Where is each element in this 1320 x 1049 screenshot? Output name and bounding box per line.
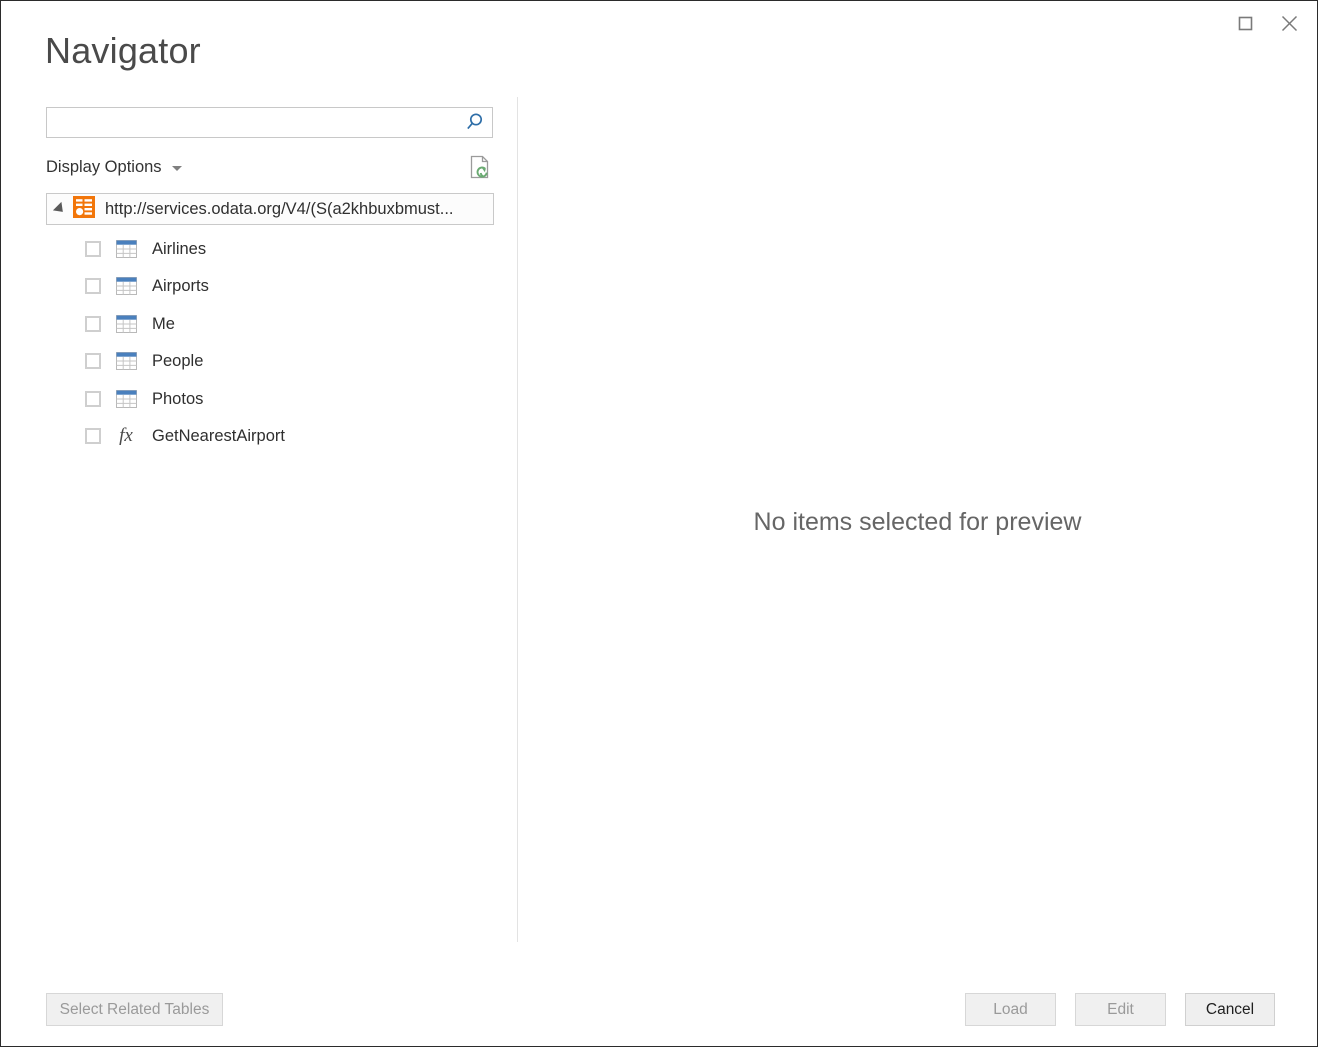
edit-button[interactable]: Edit: [1075, 993, 1166, 1026]
preview-empty-message: No items selected for preview: [754, 508, 1082, 537]
preview-pane: No items selected for preview: [518, 97, 1317, 942]
tree-item-people[interactable]: People: [46, 343, 494, 381]
tree-root-node[interactable]: http://services.odata.org/V4/(S(a2khbuxb…: [46, 193, 494, 225]
select-related-tables-button[interactable]: Select Related Tables: [46, 993, 223, 1026]
options-row: Display Options: [46, 153, 493, 181]
tree-item-airports[interactable]: Airports: [46, 268, 494, 306]
expander-expanded-icon[interactable]: [53, 202, 67, 216]
tree-item-checkbox[interactable]: [85, 316, 101, 332]
page-title: Navigator: [45, 27, 201, 75]
odata-source-icon: [73, 196, 95, 223]
maximize-button[interactable]: [1223, 6, 1267, 40]
table-icon: [115, 351, 137, 371]
display-options-label: Display Options: [46, 157, 162, 177]
tree-item-label: Airlines: [152, 239, 206, 259]
tree-item-label: People: [152, 351, 203, 371]
close-button[interactable]: [1267, 6, 1311, 40]
chevron-down-icon: [172, 166, 182, 171]
close-icon: [1281, 15, 1298, 32]
table-icon: [115, 389, 137, 409]
tree-item-label: GetNearestAirport: [152, 426, 285, 446]
tree-root-label: http://services.odata.org/V4/(S(a2khbuxb…: [105, 199, 454, 219]
tree-item-getnearestairport[interactable]: fx GetNearestAirport: [46, 418, 494, 456]
tree-item-label: Airports: [152, 276, 209, 296]
table-icon: [115, 276, 137, 296]
tree-item-label: Me: [152, 314, 175, 334]
tree-item-airlines[interactable]: Airlines: [46, 230, 494, 268]
display-options-dropdown[interactable]: Display Options: [46, 157, 182, 177]
window-controls: [1223, 5, 1311, 41]
tree-children: Airlines Airports: [46, 230, 494, 455]
tree-item-checkbox[interactable]: [85, 353, 101, 369]
tree-item-me[interactable]: Me: [46, 305, 494, 343]
function-fx-icon: fx: [115, 426, 137, 446]
search-input[interactable]: [47, 109, 458, 136]
load-button[interactable]: Load: [965, 993, 1056, 1026]
table-icon: [115, 314, 137, 334]
refresh-page-icon[interactable]: [467, 154, 493, 180]
tree-item-checkbox[interactable]: [85, 278, 101, 294]
tree-item-checkbox[interactable]: [85, 428, 101, 444]
search-icon[interactable]: [458, 108, 492, 137]
tree-item-checkbox[interactable]: [85, 241, 101, 257]
source-tree: http://services.odata.org/V4/(S(a2khbuxb…: [46, 193, 494, 455]
dialog-footer: Select Related Tables Load Edit Cancel: [1, 940, 1317, 1046]
navigator-left-pane: Display Options: [1, 97, 518, 942]
tree-item-photos[interactable]: Photos: [46, 380, 494, 418]
maximize-icon: [1238, 16, 1253, 31]
navigator-dialog: Navigator Display Options: [0, 0, 1318, 1047]
cancel-button[interactable]: Cancel: [1185, 993, 1275, 1026]
tree-item-label: Photos: [152, 389, 203, 409]
table-icon: [115, 239, 137, 259]
search-box[interactable]: [46, 107, 493, 138]
tree-item-checkbox[interactable]: [85, 391, 101, 407]
